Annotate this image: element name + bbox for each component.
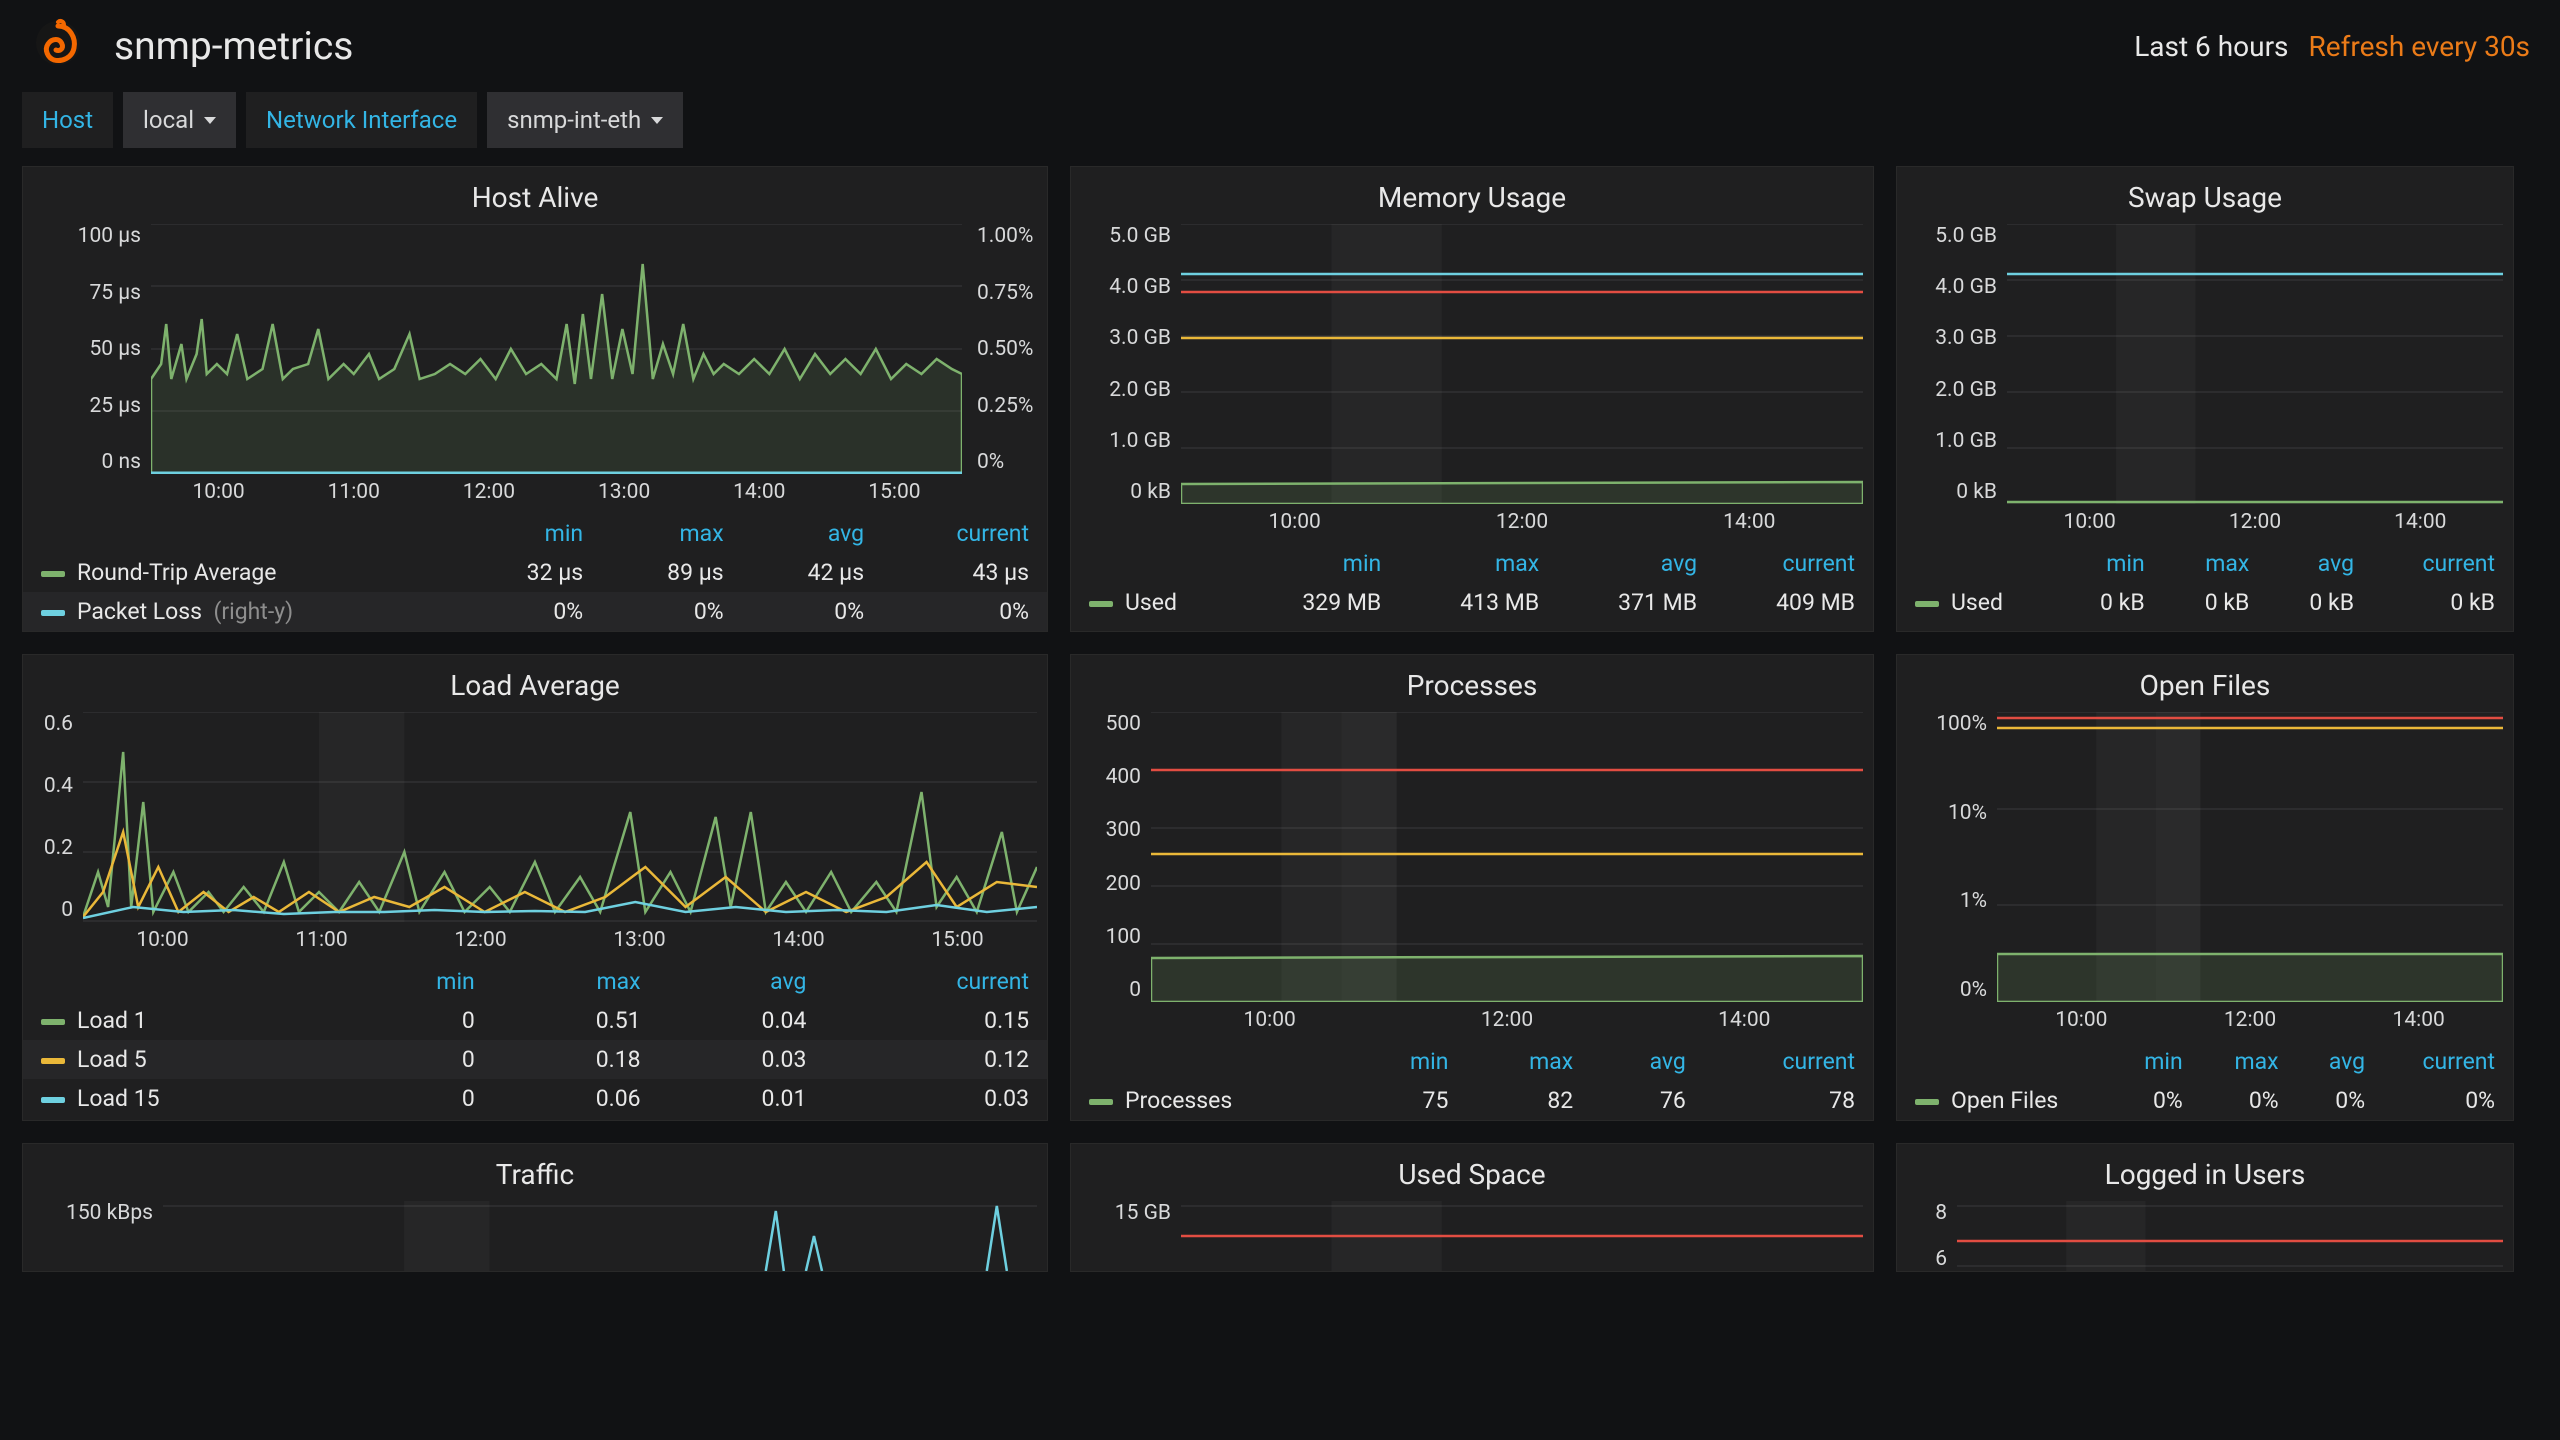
chart-svg [1151, 712, 1863, 1002]
chart-svg [1997, 712, 2503, 1002]
var-iface-dropdown[interactable]: snmp-int-eth [487, 92, 683, 148]
chevron-down-icon [204, 117, 216, 124]
panel-host-alive[interactable]: Host Alive 100 µs75 µs50 µs25 µs0 ns 1.0… [22, 166, 1048, 632]
chart-svg [163, 1201, 1037, 1271]
refresh-interval[interactable]: Refresh every 30s [2309, 30, 2530, 63]
y-axis: 150 kBps [23, 1201, 163, 1271]
legend-row[interactable]: Round-Trip Average32 µs89 µs42 µs43 µs [23, 553, 1047, 592]
legend-table: minmaxavgcurrent Processes75827678 [1071, 1042, 1873, 1120]
y-axis: 0.60.40.20 [23, 712, 83, 922]
legend-row[interactable]: Packet Loss (right-y)0%0%0%0% [23, 592, 1047, 631]
y-axis-left: 100 µs75 µs50 µs25 µs0 ns [23, 224, 151, 474]
panel-title: Memory Usage [1071, 177, 1873, 224]
chart-svg [2007, 224, 2503, 504]
panel-load-average[interactable]: Load Average 0.60.40.20 10:0011:0012:001… [22, 654, 1048, 1121]
legend-table: minmaxavgcurrent Used0 kB0 kB0 kB0 kB [1897, 544, 2513, 622]
panel-open-files[interactable]: Open Files 100%10%1%0% 10:0012:0014:00 m… [1896, 654, 2514, 1121]
panel-title: Load Average [23, 665, 1047, 712]
legend-table: minmaxavgcurrent Round-Trip Average32 µs… [23, 514, 1047, 631]
chart-svg [83, 712, 1037, 922]
x-axis: 10:0011:0012:0013:0014:0015:00 [151, 474, 962, 514]
x-axis: 10:0012:0014:00 [1997, 1002, 2503, 1042]
legend-row[interactable]: Open Files0%0%0%0% [1897, 1081, 2513, 1120]
legend-table: minmaxavgcurrent Used329 MB413 MB371 MB4… [1071, 544, 1873, 622]
panel-title: Swap Usage [1897, 177, 2513, 224]
var-iface-label: Network Interface [246, 92, 477, 148]
panel-memory-usage[interactable]: Memory Usage 5.0 GB4.0 GB3.0 GB2.0 GB1.0… [1070, 166, 1874, 632]
panel-swap-usage[interactable]: Swap Usage 5.0 GB4.0 GB3.0 GB2.0 GB1.0 G… [1896, 166, 2514, 632]
y-axis: 5004003002001000 [1071, 712, 1151, 1002]
y-axis: 86 [1897, 1201, 1957, 1271]
y-axis: 100%10%1%0% [1897, 712, 1997, 1002]
x-axis: 10:0012:0014:00 [2007, 504, 2503, 544]
panel-title: Logged in Users [1897, 1154, 2513, 1201]
legend-row[interactable]: Load 100.510.040.15 [23, 1001, 1047, 1040]
var-host-label: Host [22, 92, 113, 148]
legend-row[interactable]: Load 500.180.030.12 [23, 1040, 1047, 1079]
panel-logged-in-users[interactable]: Logged in Users 86 [1896, 1143, 2514, 1272]
chevron-down-icon [651, 117, 663, 124]
panel-title: Used Space [1071, 1154, 1873, 1201]
panel-title: Open Files [1897, 665, 2513, 712]
legend-table: minmaxavgcurrent Open Files0%0%0%0% [1897, 1042, 2513, 1120]
panel-title: Host Alive [23, 177, 1047, 224]
panel-used-space[interactable]: Used Space 15 GB [1070, 1143, 1874, 1272]
x-axis: 10:0012:0014:00 [1151, 1002, 1863, 1042]
legend-row[interactable]: Used329 MB413 MB371 MB409 MB [1071, 583, 1873, 622]
y-axis: 5.0 GB4.0 GB3.0 GB2.0 GB1.0 GB0 kB [1071, 224, 1181, 504]
chart-svg [1957, 1201, 2503, 1271]
panel-title: Processes [1071, 665, 1873, 712]
x-axis: 10:0012:0014:00 [1181, 504, 1863, 544]
legend-row[interactable]: Load 1500.060.010.03 [23, 1079, 1047, 1118]
y-axis: 15 GB [1071, 1201, 1181, 1271]
time-range-picker[interactable]: Last 6 hours [2134, 30, 2288, 63]
y-axis: 5.0 GB4.0 GB3.0 GB2.0 GB1.0 GB0 kB [1897, 224, 2007, 504]
y-axis-right: 1.00%0.75%0.50%0.25%0% [967, 224, 1047, 474]
dashboard-title: snmp-metrics [114, 23, 2134, 69]
legend-row[interactable]: Processes75827678 [1071, 1081, 1873, 1120]
panel-processes[interactable]: Processes 5004003002001000 10:0012:0014:… [1070, 654, 1874, 1121]
x-axis: 10:0011:0012:0013:0014:0015:00 [83, 922, 1037, 962]
panel-title: Traffic [23, 1154, 1047, 1201]
chart-svg [1181, 1201, 1863, 1271]
chart-svg [1181, 224, 1863, 504]
grafana-logo-icon [30, 18, 86, 74]
chart-svg [151, 224, 962, 474]
panel-traffic[interactable]: Traffic 150 kBps [22, 1143, 1048, 1272]
legend-row[interactable]: Used0 kB0 kB0 kB0 kB [1897, 583, 2513, 622]
legend-table: minmaxavgcurrent Load 100.510.040.15 Loa… [23, 962, 1047, 1118]
var-host-dropdown[interactable]: local [123, 92, 236, 148]
